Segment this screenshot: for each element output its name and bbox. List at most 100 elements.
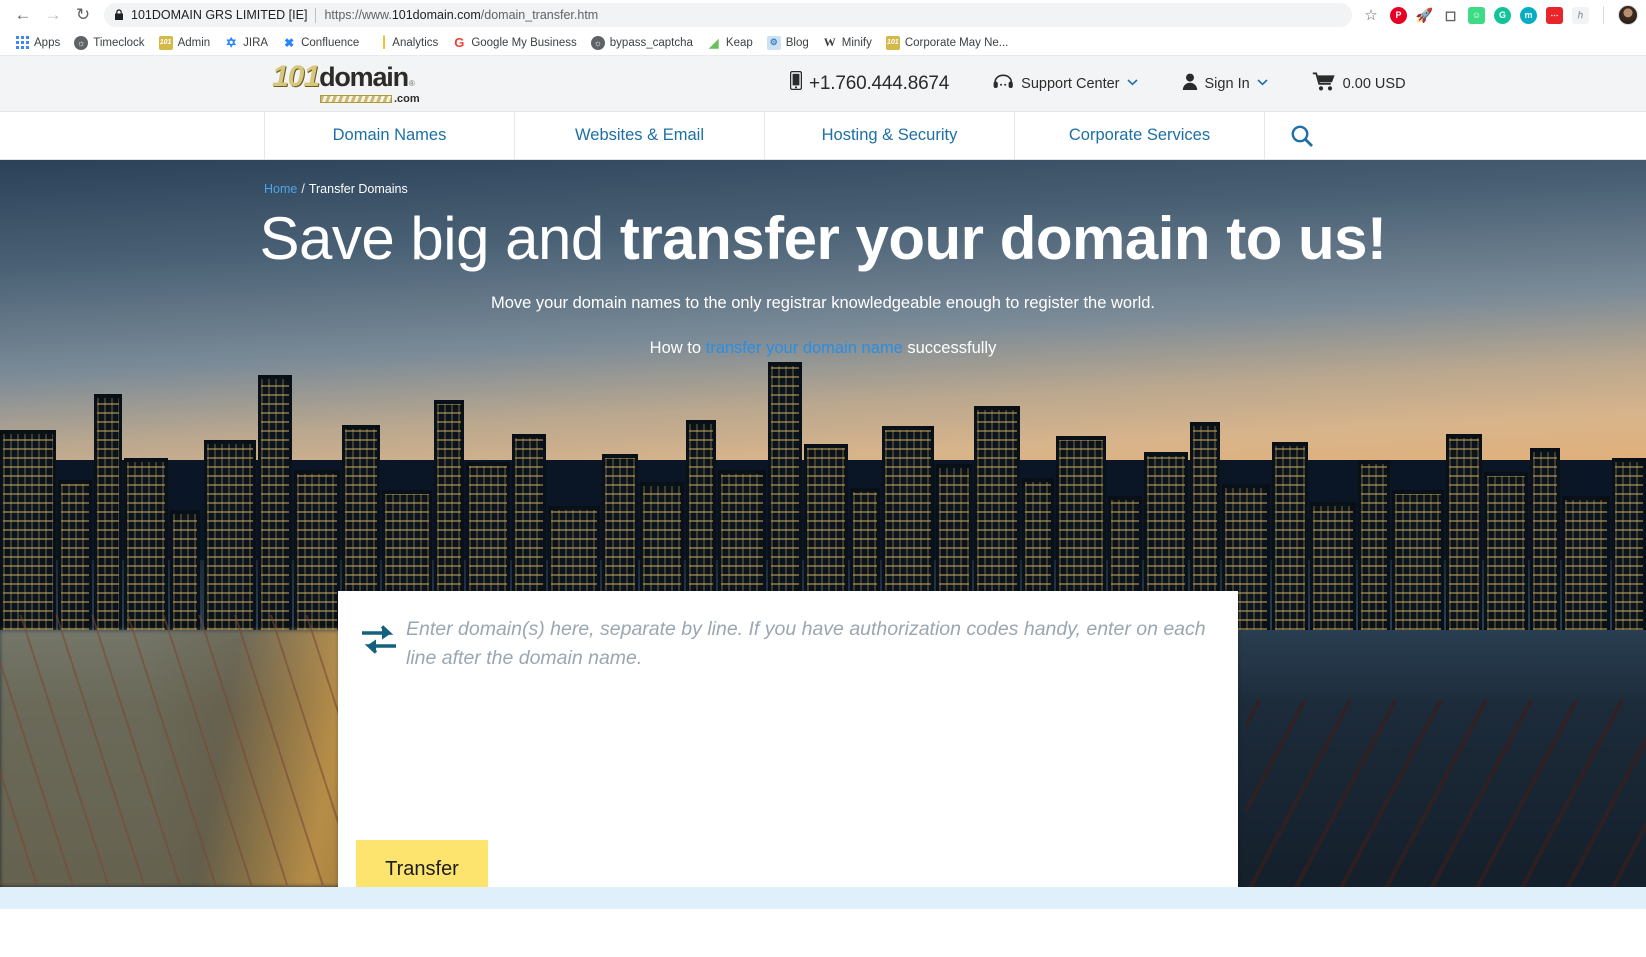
toolbar-divider	[1603, 6, 1604, 24]
chat-extension-icon[interactable]: ☺	[1468, 6, 1485, 24]
bookmark-label: bypass_captcha	[609, 36, 693, 49]
honey-extension-icon[interactable]: ℎ	[1572, 6, 1589, 24]
header-cart-total: 0.00 USD	[1342, 75, 1406, 92]
page-title-bold: transfer your domain to us!	[619, 205, 1387, 272]
nav-item-hosting-security[interactable]: Hosting & Security	[764, 112, 1014, 159]
apps-grid-icon	[15, 36, 29, 50]
bookmark-confluence[interactable]: ✖ Confluence	[275, 34, 366, 52]
bookmark-label: Corporate May Ne...	[904, 36, 1009, 49]
nav-label: Websites & Email	[575, 126, 704, 144]
transfer-form-card: Enter domain(s) here, separate by line. …	[338, 591, 1238, 887]
header-support-center[interactable]: Support Center	[971, 73, 1159, 94]
breadcrumb: Home / Transfer Domains	[264, 160, 1646, 196]
hero-bridge-struts	[1246, 700, 1646, 887]
page-bottom-strip	[0, 887, 1646, 909]
reload-icon[interactable]: ↻	[68, 2, 98, 28]
header-phone[interactable]: +1.760.444.8674	[768, 70, 971, 96]
howto-suffix: successfully	[902, 339, 997, 357]
bookmark-jira[interactable]: ✡ JIRA	[217, 34, 275, 52]
address-bar[interactable]: 101DOMAIN GRS LIMITED [IE] https://www.1…	[104, 3, 1352, 27]
site-header: 101 domain ® .com +1.760.444.8674 Suppor	[0, 56, 1646, 112]
profile-avatar[interactable]	[1618, 5, 1638, 25]
blog-gear-icon: ⚙	[766, 35, 781, 50]
globe-icon: ☼	[74, 35, 89, 50]
headset-icon	[993, 73, 1014, 94]
bookmark-label: Confluence	[301, 36, 360, 49]
forward-arrow-icon[interactable]: →	[38, 2, 68, 28]
header-phone-label: +1.760.444.8674	[809, 72, 950, 94]
google-icon: G	[454, 35, 465, 50]
page-content: 101 domain ® .com +1.760.444.8674 Suppor	[0, 56, 1646, 909]
extensions-row: P 🚀 ◻ ☺ G m ⋯ ℎ	[1390, 5, 1638, 25]
transfer-button[interactable]: Transfer	[356, 840, 488, 887]
moz-extension-icon[interactable]: m	[1520, 6, 1537, 24]
nav-label: Corporate Services	[1068, 126, 1211, 144]
admin-101-icon: 101	[885, 35, 900, 50]
page-title: Save big and transfer your domain to us!	[0, 206, 1646, 272]
bookmark-label: Keap	[725, 36, 753, 49]
transfer-arrows-icon	[360, 615, 406, 673]
nav-label: Domain Names	[332, 126, 447, 144]
bookmark-bypass-captcha[interactable]: ☼ bypass_captcha	[584, 34, 700, 52]
bookmark-label: Google My Business	[471, 36, 577, 49]
back-arrow-icon[interactable]: ←	[8, 2, 38, 28]
registered-mark-icon: ®	[408, 79, 415, 88]
howto-transfer-link[interactable]: transfer your domain name	[706, 339, 903, 357]
hero-skyline-graphic	[0, 330, 1646, 630]
domain-input-placeholder[interactable]: Enter domain(s) here, separate by line. …	[406, 615, 1212, 673]
nav-item-websites-email[interactable]: Websites & Email	[514, 112, 764, 159]
pinterest-extension-icon[interactable]: P	[1390, 6, 1407, 24]
user-icon	[1182, 73, 1198, 94]
bookmark-label: Timeclock	[93, 36, 145, 49]
bookmark-admin[interactable]: 101 Admin	[152, 34, 218, 52]
globe-icon: ☼	[590, 35, 605, 50]
bookmark-label: Blog	[785, 36, 809, 49]
minify-w-icon: W	[823, 35, 836, 49]
keap-extension-icon[interactable]: ⋯	[1546, 6, 1563, 24]
bookmark-label: Analytics	[392, 36, 439, 49]
hero-content: Home / Transfer Domains Save big and trans…	[0, 160, 1646, 358]
site-logo[interactable]: 101 domain ® .com	[272, 62, 432, 106]
chevron-down-icon	[1257, 78, 1268, 89]
breadcrumb-home-link[interactable]: Home	[264, 182, 297, 196]
url-host: 101domain.com	[391, 8, 481, 22]
bookmark-timeclock[interactable]: ☼ Timeclock	[67, 34, 151, 52]
browser-chrome: ← → ↻ 101DOMAIN GRS LIMITED [IE] https:/…	[0, 0, 1646, 56]
bookmark-label: Minify	[841, 36, 872, 49]
header-cart[interactable]: 0.00 USD	[1290, 72, 1428, 95]
bookmark-minify[interactable]: W Minify	[816, 34, 879, 52]
main-navigation: Domain Names Websites & Email Hosting & …	[0, 112, 1646, 160]
header-sign-in-label: Sign In	[1204, 75, 1250, 92]
bookmark-apps[interactable]: Apps	[8, 34, 67, 52]
header-sign-in[interactable]: Sign In	[1160, 73, 1290, 94]
site-identity-label: 101DOMAIN GRS LIMITED [IE]	[131, 8, 308, 22]
bookmark-analytics[interactable]: ▕ Analytics	[366, 34, 445, 52]
header-support-label: Support Center	[1021, 75, 1120, 92]
browser-toolbar: ← → ↻ 101DOMAIN GRS LIMITED [IE] https:/…	[0, 0, 1646, 30]
bookmark-corporate-may-news[interactable]: 101 Corporate May Ne...	[879, 34, 1016, 52]
admin-101-icon: 101	[158, 35, 173, 50]
bookmarks-bar: Apps ☼ Timeclock 101 Admin ✡ JIRA ✖ Conf…	[0, 30, 1646, 56]
url-path: /domain_transfer.htm	[480, 8, 599, 22]
bookmark-blog[interactable]: ⚙ Blog	[760, 34, 816, 52]
screenshot-extension-icon[interactable]: ◻	[1442, 7, 1459, 24]
bookmark-star-icon[interactable]: ☆	[1358, 2, 1384, 28]
bookmark-label: Admin	[177, 36, 211, 49]
hero-banner: Home / Transfer Domains Save big and trans…	[0, 160, 1646, 887]
hero-subtitle: Move your domain names to the only regis…	[490, 294, 1156, 312]
bookmark-keap[interactable]: ◢ Keap	[700, 34, 760, 52]
nav-item-corporate-services[interactable]: Corporate Services	[1014, 112, 1264, 159]
howto-prefix: How to	[649, 339, 706, 357]
rocket-extension-icon[interactable]: 🚀	[1416, 7, 1433, 24]
bookmark-google-my-business[interactable]: G Google My Business	[445, 34, 583, 52]
shopping-cart-icon	[1312, 72, 1336, 95]
search-icon[interactable]	[1264, 112, 1338, 159]
logo-tld-text: .com	[394, 93, 420, 105]
nav-item-domain-names[interactable]: Domain Names	[264, 112, 514, 159]
omnibox-divider	[315, 7, 317, 23]
grammarly-extension-icon[interactable]: G	[1494, 6, 1511, 24]
confluence-icon: ✖	[284, 35, 295, 50]
hero-howto-line: How to transfer your domain name success…	[0, 339, 1646, 358]
nav-label: Hosting & Security	[821, 126, 958, 144]
